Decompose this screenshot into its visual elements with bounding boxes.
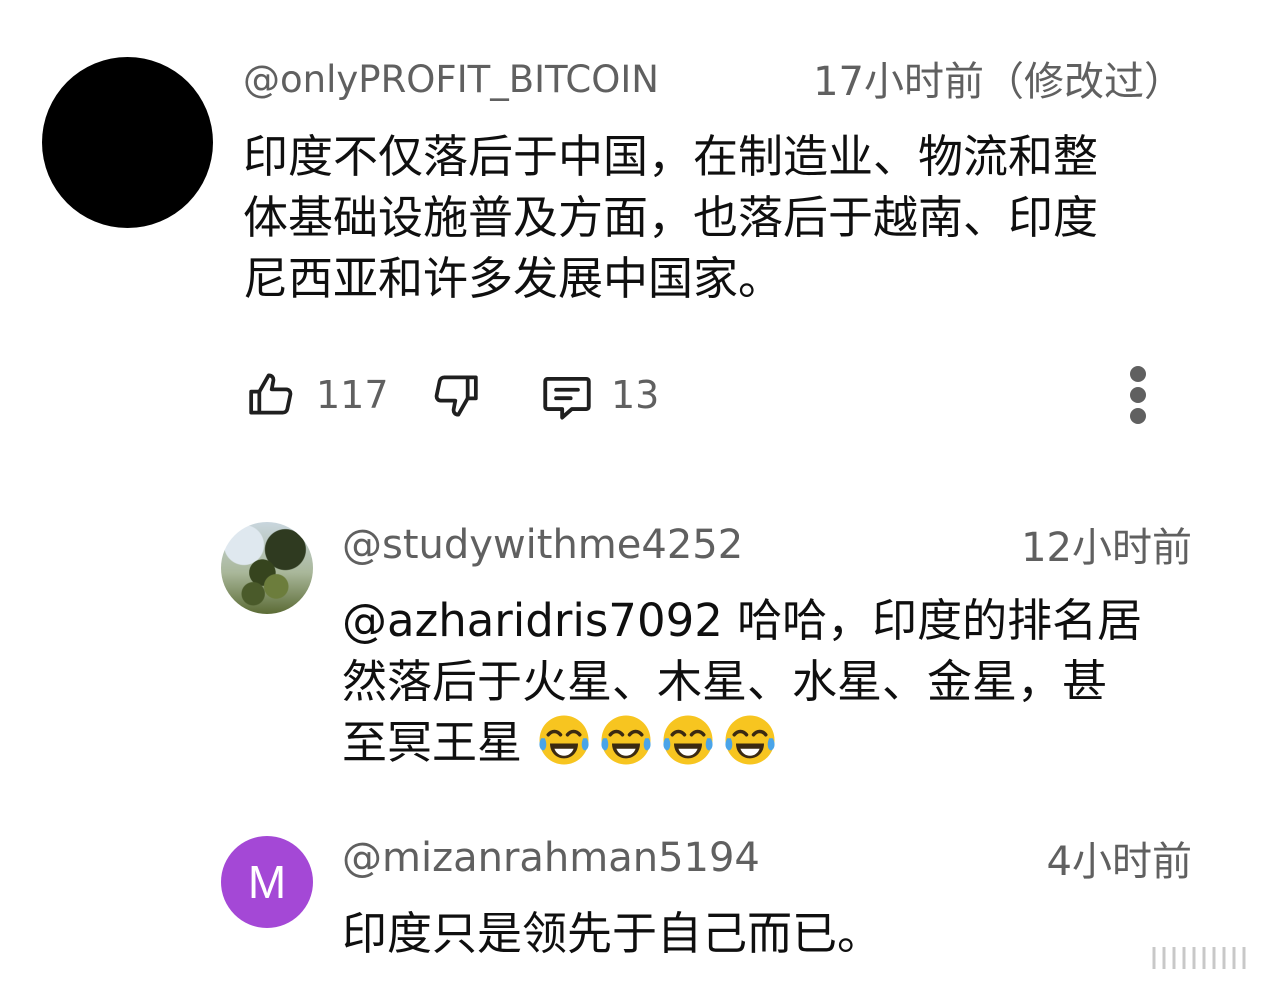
comment-timestamp: 17小时前（修改过）: [813, 59, 1184, 105]
reply-count: 13: [611, 373, 660, 417]
reply-button[interactable]: [538, 368, 596, 426]
face-with-tears-of-joy-icon: [725, 715, 775, 765]
reply-text-line: 然落后于火星、木星、水星、金星，甚: [342, 655, 1108, 708]
avatar[interactable]: [221, 522, 313, 614]
comment-text-line: 印度不仅落后于中国，在制造业、物流和整: [243, 130, 1099, 183]
dislike-button[interactable]: [428, 368, 484, 424]
comment-icon: [543, 376, 591, 420]
reply-body: 印度只是领先于自己而已。: [342, 903, 882, 964]
reply-text-segment: 至冥王星: [342, 716, 523, 769]
reply-author[interactable]: @studywithme4252: [342, 523, 743, 567]
like-button[interactable]: [243, 366, 299, 422]
like-count: 117: [316, 373, 389, 417]
face-with-tears-of-joy-icon: [539, 715, 589, 765]
watermark-icon: [1152, 947, 1246, 969]
reply-body: @azharidris7092 哈哈，印度的排名居 然落后于火星、木星、水星、金…: [342, 590, 1142, 773]
more-vertical-icon: [1130, 366, 1146, 424]
reply-timestamp: 12小时前: [1021, 525, 1192, 571]
avatar[interactable]: [42, 57, 213, 228]
comment-text-line: 体基础设施普及方面，也落后于越南、印度: [243, 191, 1099, 244]
comment-body: 印度不仅落后于中国，在制造业、物流和整 体基础设施普及方面，也落后于越南、印度 …: [243, 126, 1098, 309]
comment-author[interactable]: @onlyPROFIT_BITCOIN: [243, 58, 659, 102]
thumbs-up-icon: [249, 373, 293, 415]
more-options-button[interactable]: [1118, 364, 1158, 428]
face-with-tears-of-joy-icon: [663, 715, 713, 765]
reply-text-line: @azharidris7092 哈哈，印度的排名居: [342, 594, 1143, 647]
reply-author[interactable]: @mizanrahman5194: [342, 836, 760, 880]
avatar[interactable]: M: [221, 836, 313, 928]
reply-text-line: 至冥王星: [342, 712, 1142, 773]
face-with-tears-of-joy-icon: [601, 715, 651, 765]
reply-timestamp: 4小时前: [1046, 839, 1192, 885]
comment-text-line: 尼西亚和许多发展中国家。: [243, 252, 784, 305]
reply-text-line: 印度只是领先于自己而已。: [342, 907, 883, 960]
thumbs-down-icon: [434, 375, 478, 417]
